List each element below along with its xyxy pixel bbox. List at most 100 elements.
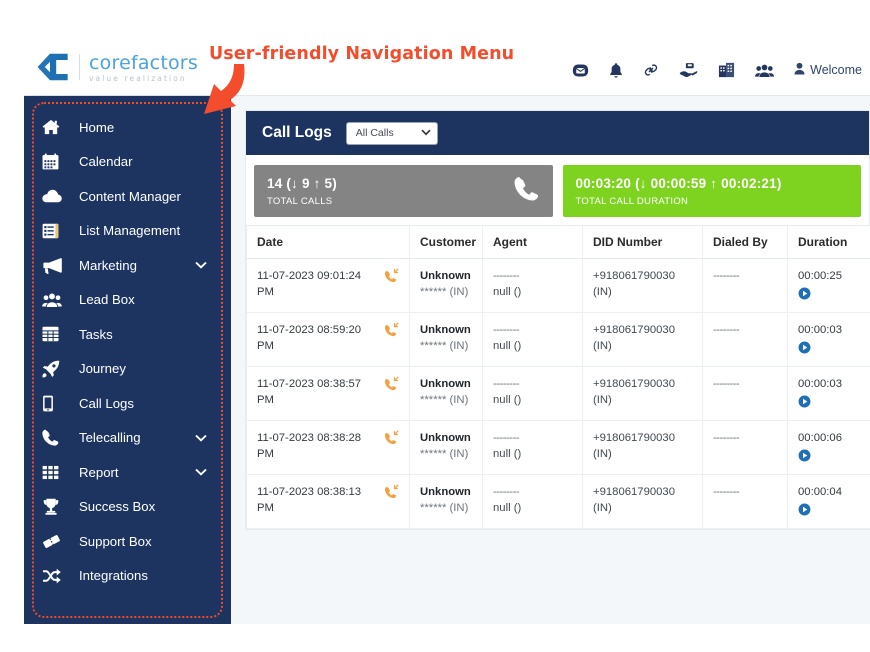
call-date: 11-07-2023 08:38:57 PM — [257, 377, 362, 407]
column-header-dialed-by[interactable]: Dialed By — [702, 225, 788, 259]
customer-name: Unknown — [420, 485, 471, 498]
sidebar-label: Report — [79, 464, 119, 480]
play-icon[interactable] — [798, 341, 811, 357]
incoming-call-icon — [384, 484, 399, 517]
sidebar-label: Lead Box — [79, 292, 135, 308]
trophy-icon — [42, 498, 66, 516]
agent-name: -------- — [493, 323, 520, 336]
dialed-by: -------- — [713, 377, 740, 390]
call-filter-select[interactable]: All Calls — [345, 121, 438, 145]
top-bar-icons: Welcome — [572, 44, 862, 96]
play-icon[interactable] — [798, 503, 811, 519]
play-icon[interactable] — [798, 449, 811, 465]
sidebar: Home Calendar Content Manager List Manag… — [24, 96, 231, 624]
call-date: 11-07-2023 08:38:13 PM — [257, 485, 362, 515]
agent-name: -------- — [493, 485, 520, 498]
handshake-support-icon[interactable] — [679, 62, 698, 78]
chevron-down-icon[interactable] — [195, 463, 207, 481]
panel-header: Call Logs All Calls — [246, 111, 869, 155]
sidebar-label: Integrations — [79, 568, 148, 584]
link-icon[interactable] — [643, 62, 659, 78]
sidebar-item-content-manager[interactable]: Content Manager — [24, 179, 231, 214]
cell-date: 11-07-2023 08:38:57 PM — [246, 366, 410, 421]
cell-agent: -------- null () — [482, 258, 583, 313]
column-header-did[interactable]: DID Number — [582, 225, 703, 259]
duration-value: 00:00:03 — [798, 377, 842, 390]
did-number: +918061790030 — [593, 377, 675, 390]
play-icon[interactable] — [798, 287, 811, 303]
calendar-icon — [42, 153, 66, 171]
sidebar-item-calendar[interactable]: Calendar — [24, 145, 231, 180]
sidebar-label: Tasks — [79, 326, 113, 342]
agent-sub: null () — [493, 286, 522, 299]
sidebar-item-support-box[interactable]: Support Box — [24, 524, 231, 559]
cell-did-number: +918061790030 (IN) — [582, 312, 703, 367]
did-sub: (IN) — [593, 394, 612, 407]
bell-icon[interactable] — [609, 62, 623, 79]
user-icon — [794, 62, 805, 78]
building-icon[interactable] — [718, 62, 735, 78]
shuffle-icon — [42, 567, 66, 585]
cell-agent: -------- null () — [482, 474, 583, 529]
brand-logo[interactable]: corefactors value realization — [30, 52, 198, 83]
sidebar-item-call-logs[interactable]: Call Logs — [24, 386, 231, 421]
customer-sub: ****** (IN) — [420, 340, 469, 353]
table-row[interactable]: 11-07-2023 08:38:13 PM Unknown ****** (I… — [246, 474, 870, 529]
message-icon[interactable] — [572, 62, 589, 79]
sidebar-item-marketing[interactable]: Marketing — [24, 248, 231, 283]
megaphone-icon — [42, 256, 66, 274]
sidebar-label: Journey — [79, 361, 126, 377]
people-icon — [42, 291, 66, 309]
table-header: Date Customer Agent DID Number Dialed By… — [246, 225, 870, 259]
did-sub: (IN) — [593, 340, 612, 353]
chevron-down-icon[interactable] — [195, 256, 207, 274]
sidebar-item-lead-box[interactable]: Lead Box — [24, 283, 231, 318]
agent-name: -------- — [493, 431, 520, 444]
play-icon[interactable] — [798, 395, 811, 411]
cell-dialed-by: -------- — [702, 474, 788, 529]
did-number: +918061790030 — [593, 323, 675, 336]
sidebar-item-tasks[interactable]: Tasks — [24, 317, 231, 352]
did-sub: (IN) — [593, 502, 612, 515]
stat-label: TOTAL CALLS — [267, 195, 333, 207]
cell-duration: 00:00:03 — [787, 366, 870, 421]
agent-sub: null () — [493, 502, 522, 515]
agent-sub: null () — [493, 340, 522, 353]
home-icon — [42, 118, 66, 136]
sidebar-item-success-box[interactable]: Success Box — [24, 490, 231, 525]
sidebar-label: Call Logs — [79, 395, 134, 411]
customer-sub: ****** (IN) — [420, 394, 469, 407]
chevron-down-icon[interactable] — [195, 429, 207, 447]
column-header-agent[interactable]: Agent — [482, 225, 583, 259]
table-row[interactable]: 11-07-2023 08:38:57 PM Unknown ****** (I… — [246, 366, 870, 421]
sidebar-label: Support Box — [79, 533, 152, 549]
customer-sub: ****** (IN) — [420, 448, 469, 461]
column-header-date[interactable]: Date — [246, 225, 410, 259]
user-welcome[interactable]: Welcome — [794, 62, 862, 78]
sidebar-label: Success Box — [79, 499, 156, 515]
users-group-icon[interactable] — [755, 63, 775, 78]
table-row[interactable]: 11-07-2023 08:38:28 PM Unknown ****** (I… — [246, 420, 870, 475]
sidebar-item-list-management[interactable]: List Management — [24, 214, 231, 249]
table-header-row: Date Customer Agent DID Number Dialed By… — [246, 225, 870, 259]
incoming-call-icon — [384, 376, 399, 409]
table-body: 11-07-2023 09:01:24 PM Unknown ****** (I… — [246, 258, 870, 529]
customer-sub: ****** (IN) — [420, 286, 469, 299]
column-header-duration[interactable]: Duration — [787, 225, 870, 259]
column-header-customer[interactable]: Customer — [409, 225, 483, 259]
table-row[interactable]: 11-07-2023 09:01:24 PM Unknown ****** (I… — [246, 258, 870, 313]
sidebar-nav: Home Calendar Content Manager List Manag… — [24, 110, 231, 593]
cell-date: 11-07-2023 08:38:13 PM — [246, 474, 410, 529]
incoming-call-icon — [384, 430, 399, 463]
dialed-by: -------- — [713, 431, 740, 444]
sidebar-item-integrations[interactable]: Integrations — [24, 559, 231, 594]
cell-dialed-by: -------- — [702, 366, 788, 421]
table-row[interactable]: 11-07-2023 08:59:20 PM Unknown ****** (I… — [246, 312, 870, 367]
sidebar-item-telecalling[interactable]: Telecalling — [24, 421, 231, 456]
sidebar-item-journey[interactable]: Journey — [24, 352, 231, 387]
sidebar-item-report[interactable]: Report — [24, 455, 231, 490]
did-sub: (IN) — [593, 286, 612, 299]
cell-agent: -------- null () — [482, 366, 583, 421]
agent-name: -------- — [493, 270, 520, 282]
cell-customer: Unknown ****** (IN) — [409, 312, 483, 367]
